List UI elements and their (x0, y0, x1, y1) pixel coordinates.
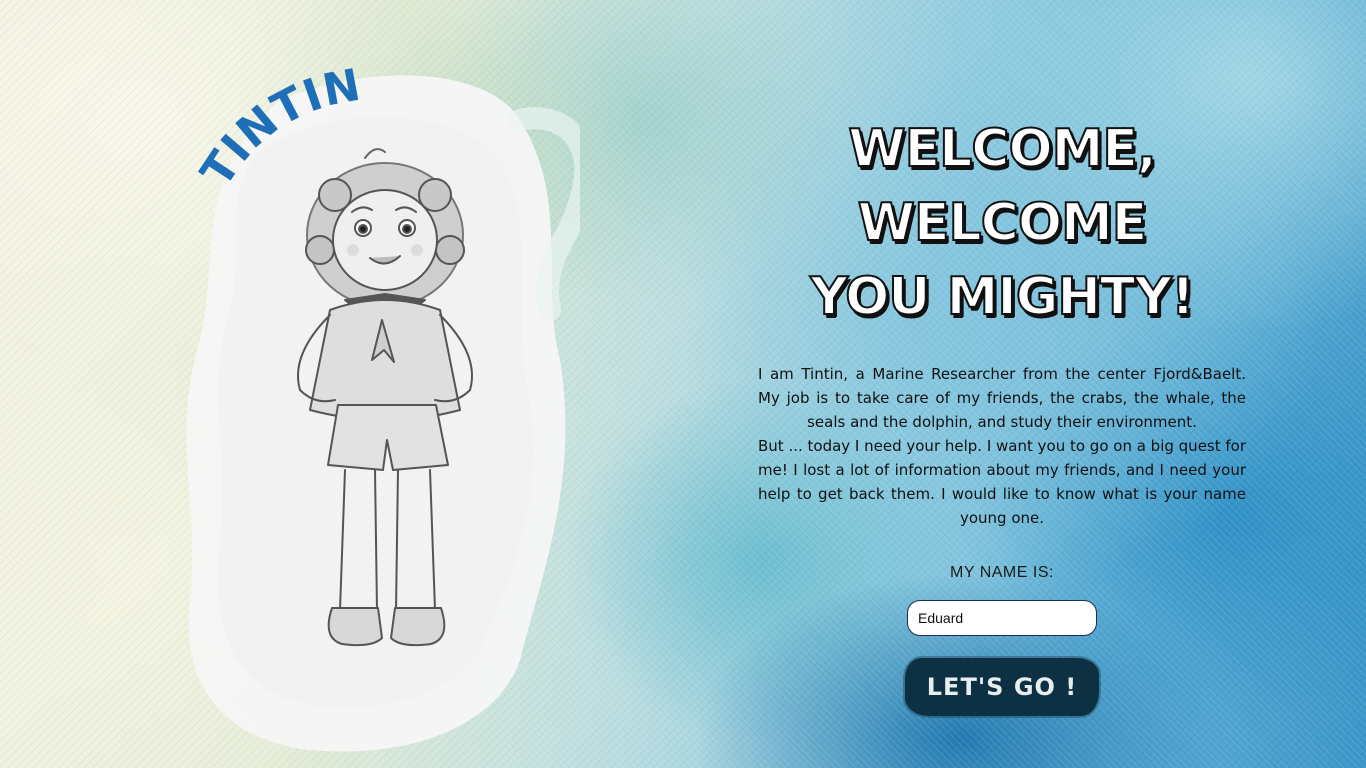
welcome-heading-line2: YOU MIGHTY! (809, 266, 1195, 328)
intro-text: I am Tintin, a Marine Researcher from th… (758, 362, 1246, 530)
intro-paragraph-2: But ... today I need your help. I want y… (758, 437, 1247, 527)
name-input[interactable] (907, 600, 1097, 636)
welcome-heading: WELCOME, WELCOME YOU MIGHTY! (758, 112, 1246, 334)
tintin-illustration (297, 148, 473, 647)
name-field-label: MY NAME IS: (950, 564, 1054, 581)
lets-go-button[interactable]: LET'S GO ! (905, 658, 1099, 716)
intro-paragraph-1: I am Tintin, a Marine Researcher from th… (758, 365, 1246, 431)
welcome-panel: WELCOME, WELCOME YOU MIGHTY! I am Tintin… (758, 112, 1246, 716)
welcome-heading-line1: WELCOME, WELCOME (847, 118, 1157, 254)
